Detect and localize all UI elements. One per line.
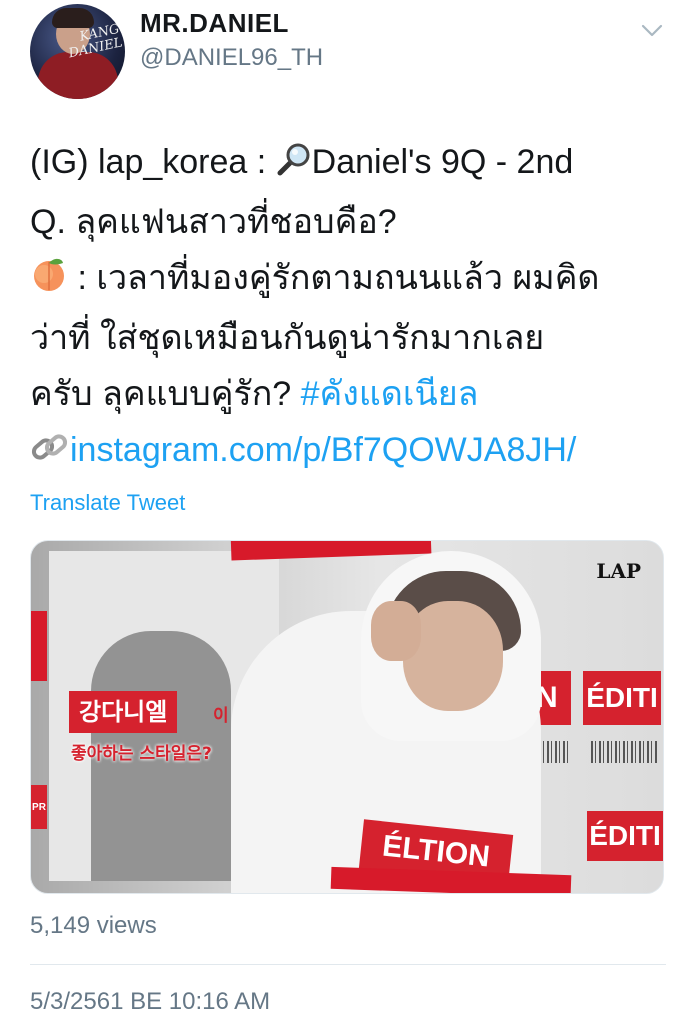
tweet-line-4: ว่าที่ ใส่ชุดเหมือนกันดูน่ารักมากเลย — [30, 319, 545, 357]
instagram-link[interactable]: instagram.com/p/Bf7QOWJA8JH/ — [70, 431, 576, 469]
tweet-line-1: (IG) lap_korea : Daniel's 9Q - 2nd — [30, 134, 670, 194]
user-handle[interactable]: @DANIEL96_TH — [140, 44, 323, 72]
media-red-edge — [31, 611, 47, 681]
hashtag-link[interactable]: #คังแดเนียล — [301, 375, 479, 413]
display-name[interactable]: MR.DANIEL — [140, 8, 289, 39]
link-icon — [30, 426, 70, 482]
media-logo: LAP — [596, 559, 641, 583]
chevron-down-icon[interactable] — [640, 18, 664, 42]
tweet-line-5-text: ครับ ลุคแบบคู่รัก? — [30, 375, 301, 413]
media-sign-left: PR — [31, 785, 47, 829]
tweet-text: (IG) lap_korea : Daniel's 9Q - 2nd Q. ลุ… — [30, 134, 670, 482]
media-caption-question: 좋아하는 스타일은? — [71, 744, 212, 764]
media-caption-particle: 이 — [213, 706, 229, 726]
media-sign-3: ÉDITI — [587, 811, 663, 861]
avatar-hair — [52, 8, 94, 28]
tweet-media[interactable]: PR ION ÉDITI ÉDITI ÉLTION LAP 강다니엘 이 좋아하… — [30, 540, 664, 894]
tweet-line-3-rest: : เวลาที่มองคู่รักตามถนนแล้ว ผมคิด — [68, 259, 600, 297]
divider — [30, 964, 666, 965]
magnifying-glass-icon — [276, 138, 312, 194]
tweet-line-5: ครับ ลุคแบบคู่รัก? #คังแดเนียล — [30, 366, 670, 422]
media-person-hand — [371, 601, 421, 661]
tweet-timestamp[interactable]: 5/3/2561 BE 10:16 AM — [30, 988, 270, 1016]
media-caption-name: 강다니엘 — [69, 691, 178, 733]
tweet-line-1-rest: Daniel's 9Q - 2nd — [311, 143, 574, 181]
tweet-line-2: Q. ลุคแฟนสาวที่ชอบคือ? — [30, 203, 397, 241]
translate-tweet-link[interactable]: Translate Tweet — [30, 490, 185, 516]
view-count: 5,149 views — [30, 912, 157, 939]
tweet-line-6[interactable]: instagram.com/p/Bf7QOWJA8JH/ — [30, 422, 670, 482]
media-barcode-2 — [591, 741, 657, 763]
tweet-line-1-prefix: (IG) lap_korea : — [30, 143, 276, 181]
media-sign-2: ÉDITI — [583, 671, 661, 725]
peach-icon — [30, 254, 68, 310]
tweet-line-3: : เวลาที่มองคู่รักตามถนนแล้ว ผมคิด — [30, 250, 670, 310]
avatar[interactable]: KANG DANIEL — [30, 4, 125, 99]
